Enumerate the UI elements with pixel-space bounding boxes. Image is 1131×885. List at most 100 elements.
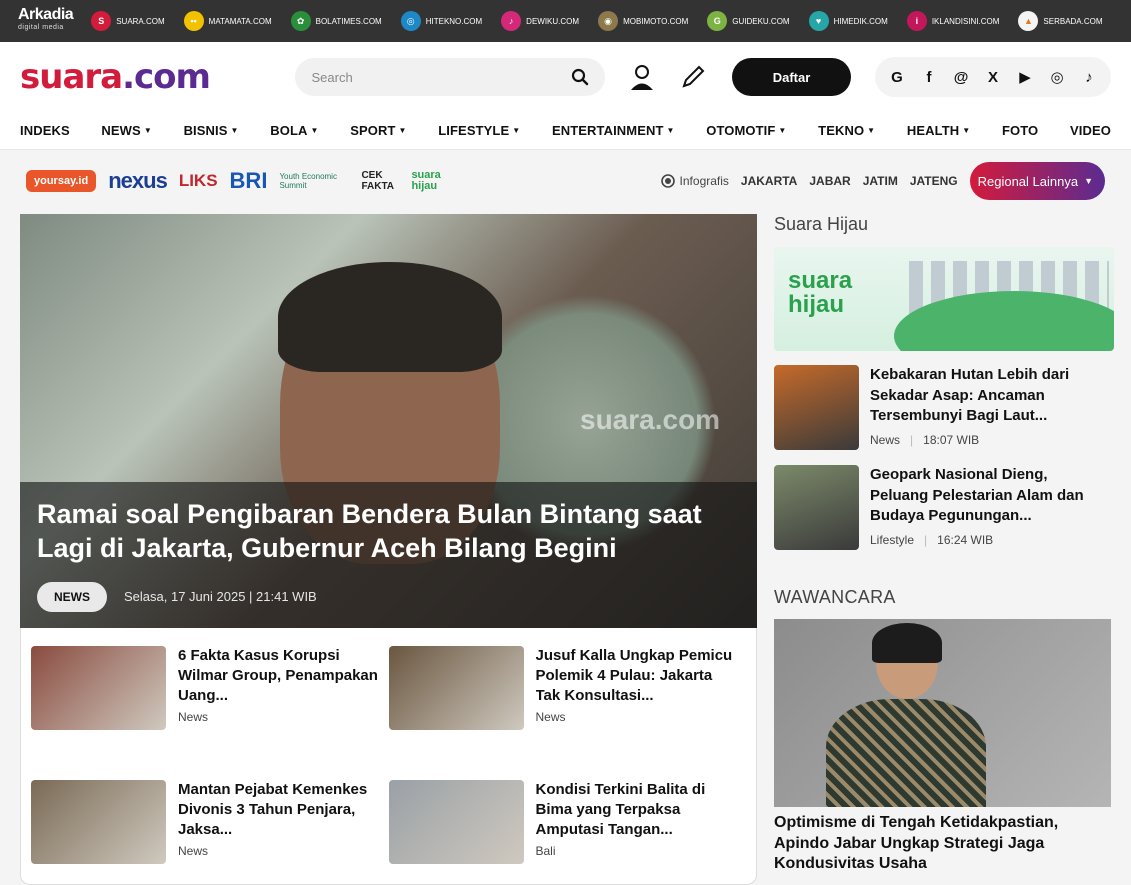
nav-item-video[interactable]: VIDEO: [1070, 123, 1111, 138]
nav-label: INDEKS: [20, 123, 70, 138]
instagram-icon[interactable]: ◎: [1047, 67, 1067, 87]
network-site-link[interactable]: •• MATAMATA.COM: [183, 11, 272, 31]
daftar-button[interactable]: Daftar: [731, 58, 852, 96]
hero-date: Selasa, 17 Juni 2025 | 21:41 WIB: [124, 589, 317, 604]
network-site-link[interactable]: ✿ BOLATIMES.COM: [290, 11, 382, 31]
nav-item-lifestyle[interactable]: LIFESTYLE ▼: [438, 123, 520, 138]
search-input[interactable]: Search: [295, 58, 605, 96]
nav-item-entertainment[interactable]: ENTERTAINMENT ▼: [552, 123, 675, 138]
google-icon[interactable]: G: [887, 67, 907, 87]
hero-article[interactable]: suara.com Ramai soal Pengibaran Bendera …: [20, 214, 757, 628]
article-card[interactable]: 6 Fakta Kasus Korupsi Wilmar Group, Pena…: [31, 646, 389, 730]
network-site-link[interactable]: ♪ DEWIKU.COM: [501, 11, 579, 31]
article-category[interactable]: Bali: [536, 844, 736, 858]
article-category[interactable]: News: [178, 844, 378, 858]
sidebar-article-title[interactable]: Kebakaran Hutan Lebih dari Sekadar Asap:…: [870, 365, 1100, 427]
network-site-link[interactable]: ♥ HIMEDIK.COM: [808, 11, 888, 31]
network-site-link[interactable]: S SUARA.COM: [91, 11, 165, 31]
nav-item-bisnis[interactable]: BISNIS ▼: [184, 123, 239, 138]
search-placeholder: Search: [311, 69, 353, 85]
search-icon[interactable]: [571, 68, 589, 86]
social-links: Gf @ X ▶ ◎ ♪: [875, 57, 1112, 97]
main-nav: INDEKS NEWS ▼ BISNIS ▼ BOLA ▼ SPORT ▼ LIFESTYLE ▼ E…: [0, 112, 1131, 150]
nav-item-indeks[interactable]: INDEKS: [20, 123, 70, 138]
logo-main: suara: [20, 57, 123, 97]
wawancara-image[interactable]: [774, 619, 1111, 807]
bri-logo[interactable]: BRI: [230, 168, 268, 194]
infografis-link[interactable]: Infografis: [660, 174, 729, 188]
sidebar-article[interactable]: Geopark Nasional Dieng, Peluang Pelestar…: [774, 465, 1114, 551]
sidebar-article-category[interactable]: Lifestyle: [870, 533, 914, 547]
meta-divider: |: [910, 432, 914, 447]
article-title[interactable]: Kondisi Terkini Balita di Bima yang Terp…: [536, 780, 736, 840]
wawancara-headline[interactable]: Optimisme di Tengah Ketidakpastian, Apin…: [774, 813, 1114, 875]
article-thumbnail[interactable]: [388, 646, 524, 730]
sidebar-article-time: 18:07 WIB: [923, 432, 980, 447]
user-icon[interactable]: [627, 62, 657, 92]
article-card[interactable]: Jusuf Kalla Ungkap Pemicu Polemik 4 Pula…: [388, 646, 747, 730]
nav-label: BISNIS: [183, 123, 228, 138]
nav-item-health[interactable]: HEALTH ▼: [907, 123, 970, 138]
article-category[interactable]: News: [178, 710, 378, 724]
partner-bar: yoursay.id nexus LIKS BRI Youth Economic…: [0, 150, 1131, 212]
suara-hijau-banner[interactable]: suara hijau: [774, 247, 1114, 351]
youtube-icon[interactable]: ▶: [1015, 67, 1035, 87]
nav-item-tekno[interactable]: TEKNO ▼: [818, 123, 875, 138]
nav-item-sport[interactable]: SPORT ▼: [350, 123, 406, 138]
liks-logo[interactable]: LIKS: [179, 171, 218, 191]
site-logo-icon: i: [906, 11, 927, 31]
hero-category-badge[interactable]: NEWS: [37, 582, 107, 612]
x-icon[interactable]: X: [983, 67, 1003, 87]
nav-label: TEKNO: [818, 123, 865, 138]
network-site-link[interactable]: ◉ MOBIMOTO.COM: [598, 11, 688, 31]
pencil-icon[interactable]: [678, 62, 708, 92]
regional-lainnya-button[interactable]: Regional Lainnya ▼: [969, 162, 1105, 200]
sidebar-thumbnail[interactable]: [774, 365, 859, 450]
region-jakarta[interactable]: JAKARTA: [741, 174, 797, 188]
nav-item-foto[interactable]: FOTO: [1002, 123, 1038, 138]
site-logo-icon: ◎: [400, 11, 421, 31]
nexus-logo[interactable]: nexus: [108, 168, 168, 194]
article-title[interactable]: 6 Fakta Kasus Korupsi Wilmar Group, Pena…: [178, 646, 378, 706]
article-title[interactable]: Jusuf Kalla Ungkap Pemicu Polemik 4 Pula…: [536, 646, 736, 706]
sidebar-article-title[interactable]: Geopark Nasional Dieng, Peluang Pelestar…: [870, 465, 1100, 527]
youth-summit-logo[interactable]: Youth Economic Summit: [279, 172, 349, 190]
network-site-link[interactable]: ▲ SERBADA.COM: [1018, 11, 1103, 31]
article-thumbnail[interactable]: [31, 780, 166, 864]
chevron-down-icon: ▼: [962, 126, 971, 135]
sidebar-thumbnail[interactable]: [774, 465, 859, 550]
cekfakta-logo[interactable]: CEK FAKTA: [361, 170, 399, 192]
network-site-link[interactable]: i IKLANDISINI.COM: [906, 11, 999, 31]
site-label: DEWIKU.COM: [526, 16, 580, 26]
article-card[interactable]: Mantan Pejabat Kemenkes Divonis 3 Tahun …: [31, 780, 389, 864]
sidebar-article-category[interactable]: News: [870, 433, 900, 447]
nav-item-news[interactable]: NEWS ▼: [101, 123, 151, 138]
site-logo-icon: G: [707, 11, 728, 31]
article-category[interactable]: News: [536, 710, 736, 724]
region-jateng[interactable]: JATENG: [910, 174, 958, 188]
network-site-link[interactable]: G GUIDEKU.COM: [707, 11, 790, 31]
article-card[interactable]: Kondisi Terkini Balita di Bima yang Terp…: [388, 780, 747, 864]
site-label: HIMEDIK.COM: [833, 16, 888, 26]
region-jatim[interactable]: JATIM: [863, 174, 898, 188]
article-thumbnail[interactable]: [31, 646, 166, 730]
nav-item-otomotif[interactable]: OTOMOTIF ▼: [706, 123, 786, 138]
tiktok-icon[interactable]: ♪: [1079, 67, 1099, 87]
suara-logo[interactable]: suara.com: [20, 57, 295, 97]
arkadia-logo[interactable]: Arkadia digital media: [18, 7, 74, 34]
facebook-icon[interactable]: f: [919, 67, 939, 87]
wawancara-heading[interactable]: WAWANCARA: [774, 587, 1114, 617]
threads-icon[interactable]: @: [951, 67, 971, 87]
article-thumbnail[interactable]: [388, 780, 524, 864]
suara-hijau-heading[interactable]: Suara Hijau: [774, 214, 1114, 244]
region-jabar[interactable]: JABAR: [809, 174, 850, 188]
nav-item-bola[interactable]: BOLA ▼: [270, 123, 318, 138]
nav-label: OTOMOTIF: [706, 123, 776, 138]
article-title[interactable]: Mantan Pejabat Kemenkes Divonis 3 Tahun …: [178, 780, 378, 840]
site-logo-icon: ▲: [1018, 11, 1039, 31]
suara-hijau-logo[interactable]: suara hijau: [411, 170, 451, 192]
hero-title[interactable]: Ramai soal Pengibaran Bendera Bulan Bint…: [37, 497, 747, 565]
sidebar-article[interactable]: Kebakaran Hutan Lebih dari Sekadar Asap:…: [774, 365, 1114, 451]
network-site-link[interactable]: ◎ HITEKNO.COM: [400, 11, 482, 31]
yoursay-logo[interactable]: yoursay.id: [26, 170, 97, 192]
